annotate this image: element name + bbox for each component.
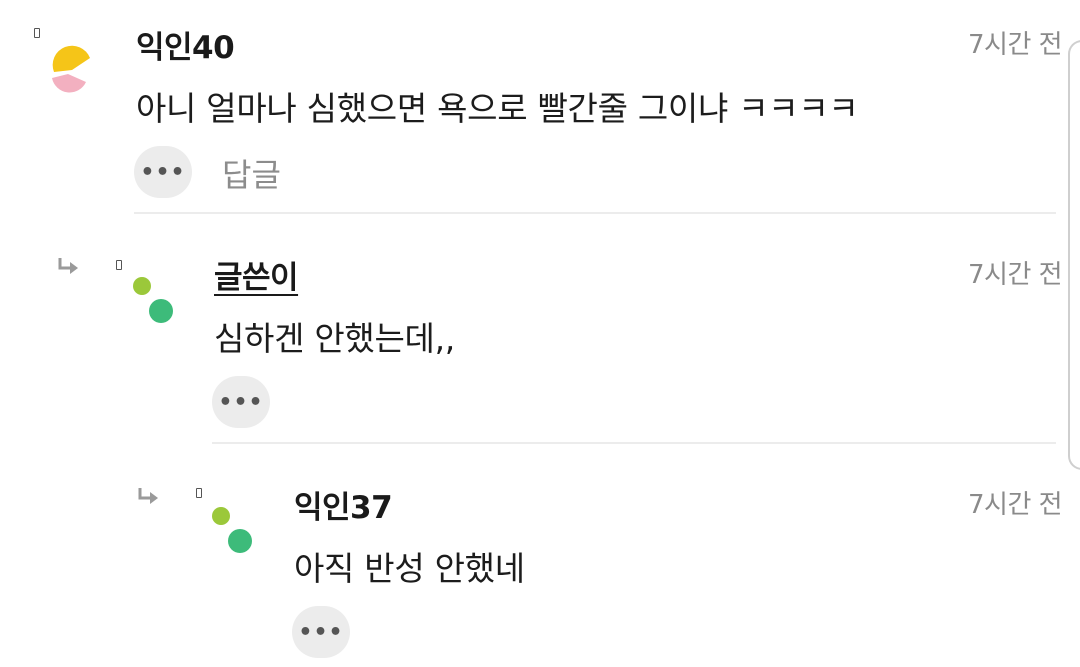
badge-icon xyxy=(116,260,122,270)
reply-button[interactable]: 답글 xyxy=(222,150,281,196)
badge-icon xyxy=(196,488,202,498)
more-options-button[interactable]: ••• xyxy=(292,606,350,658)
avatar xyxy=(133,277,173,323)
more-icon: ••• xyxy=(298,619,344,645)
comment-author[interactable]: 글쓴이 xyxy=(214,252,299,297)
comment-time: 7시간 전 xyxy=(968,30,1063,60)
avatar xyxy=(52,45,90,93)
reply-arrow-icon xyxy=(58,258,78,274)
more-options-button[interactable]: ••• xyxy=(134,146,192,198)
comment-author[interactable]: 익인37 xyxy=(294,482,393,527)
more-icon: ••• xyxy=(140,159,186,185)
comment-author[interactable]: 익인40 xyxy=(136,22,235,67)
divider xyxy=(134,212,1056,214)
badge-icon xyxy=(34,28,40,38)
comment-text: 아니 얼마나 심했으면 욕으로 빨간줄 그이냐 ㅋㅋㅋㅋ xyxy=(136,89,859,128)
more-icon: ••• xyxy=(218,389,264,415)
divider xyxy=(212,442,1056,444)
more-options-button[interactable]: ••• xyxy=(212,376,270,428)
comment-time: 7시간 전 xyxy=(968,490,1063,520)
comment-text: 아직 반성 안했네 xyxy=(294,549,525,588)
scrollbar[interactable] xyxy=(1068,40,1080,470)
avatar xyxy=(212,507,252,553)
comment-time: 7시간 전 xyxy=(968,260,1063,290)
comment-text: 심하겐 안했는데,, xyxy=(214,319,455,358)
reply-arrow-icon xyxy=(138,488,158,504)
